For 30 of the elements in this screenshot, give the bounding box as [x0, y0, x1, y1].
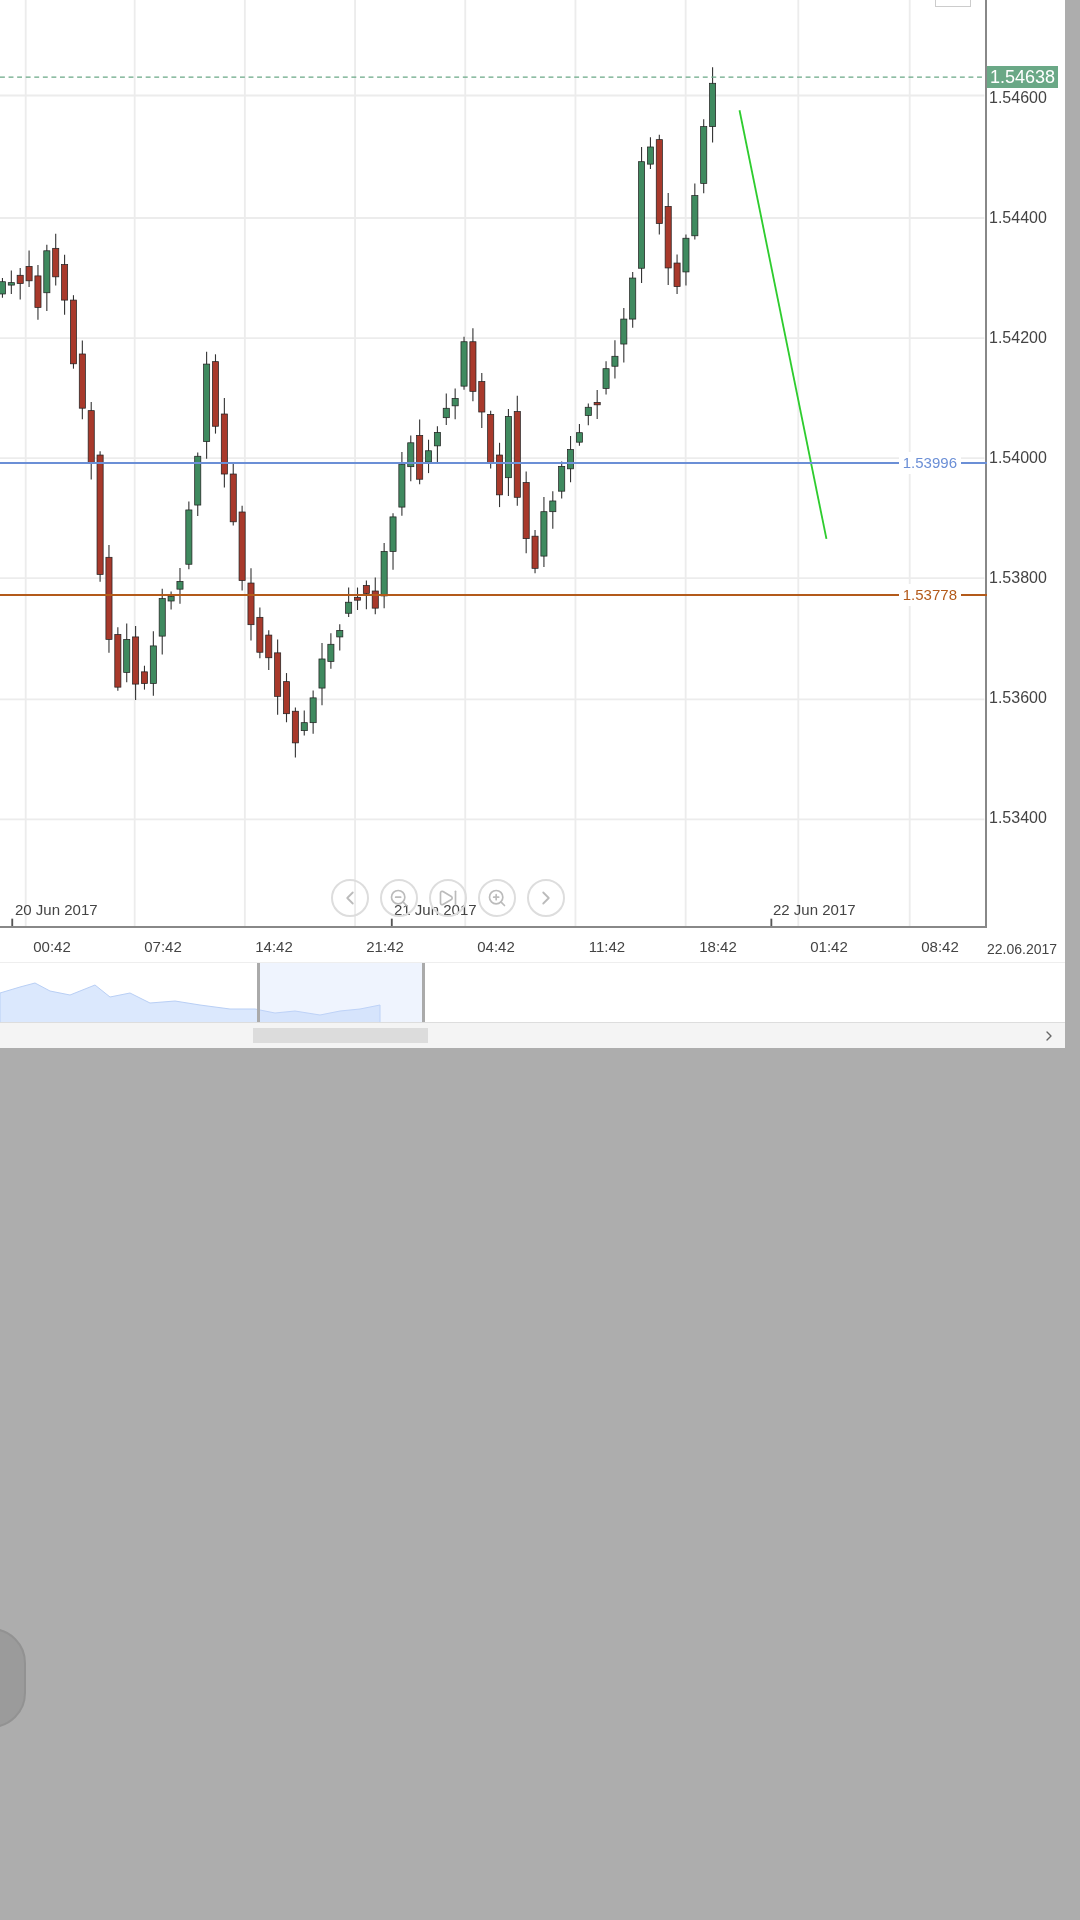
price-axis-label: 1.54200 [989, 328, 1047, 348]
price-axis-label: 1.53800 [989, 568, 1047, 588]
zoom-in-button[interactable] [478, 879, 516, 917]
navigator-window[interactable] [257, 963, 425, 1023]
time-axis-label: 14:42 [255, 937, 293, 957]
price-axis-label: 1.54000 [989, 448, 1047, 468]
trend-line[interactable] [738, 109, 828, 540]
scroll-right-button[interactable] [527, 879, 565, 917]
time-axis-label: 21:42 [366, 937, 404, 957]
zoom-in-icon [487, 888, 507, 908]
scrollbar-thumb[interactable] [253, 1028, 428, 1043]
price-axis-label: 1.53600 [989, 688, 1047, 708]
time-axis-label: 18:42 [699, 937, 737, 957]
time-axis-label: 07:42 [144, 937, 182, 957]
current-price-label: 1.54638 [987, 66, 1059, 88]
scroll-left-button[interactable] [331, 879, 369, 917]
price-axis-label: 1.54400 [989, 208, 1047, 228]
time-axis-label: 01:42 [810, 937, 848, 957]
time-axis-label: 04:42 [477, 937, 515, 957]
time-axis-label: 00:42 [33, 937, 71, 957]
time-axis-label: 11:42 [588, 937, 626, 957]
price-axis-label: 1.53400 [989, 808, 1047, 828]
end-date-label: 22.06.2017 [987, 940, 1058, 959]
time-axis-label: 08:42 [921, 937, 959, 957]
horizontal-price-line[interactable] [0, 461, 899, 464]
price-axis-label: 1.54600 [989, 88, 1047, 108]
horizontal-price-line[interactable] [0, 594, 899, 597]
price-line-label: 1.53996 [898, 451, 961, 475]
date-label: 22 Jun 2017 [773, 900, 856, 920]
date-label: 20 Jun 2017 [15, 900, 98, 920]
